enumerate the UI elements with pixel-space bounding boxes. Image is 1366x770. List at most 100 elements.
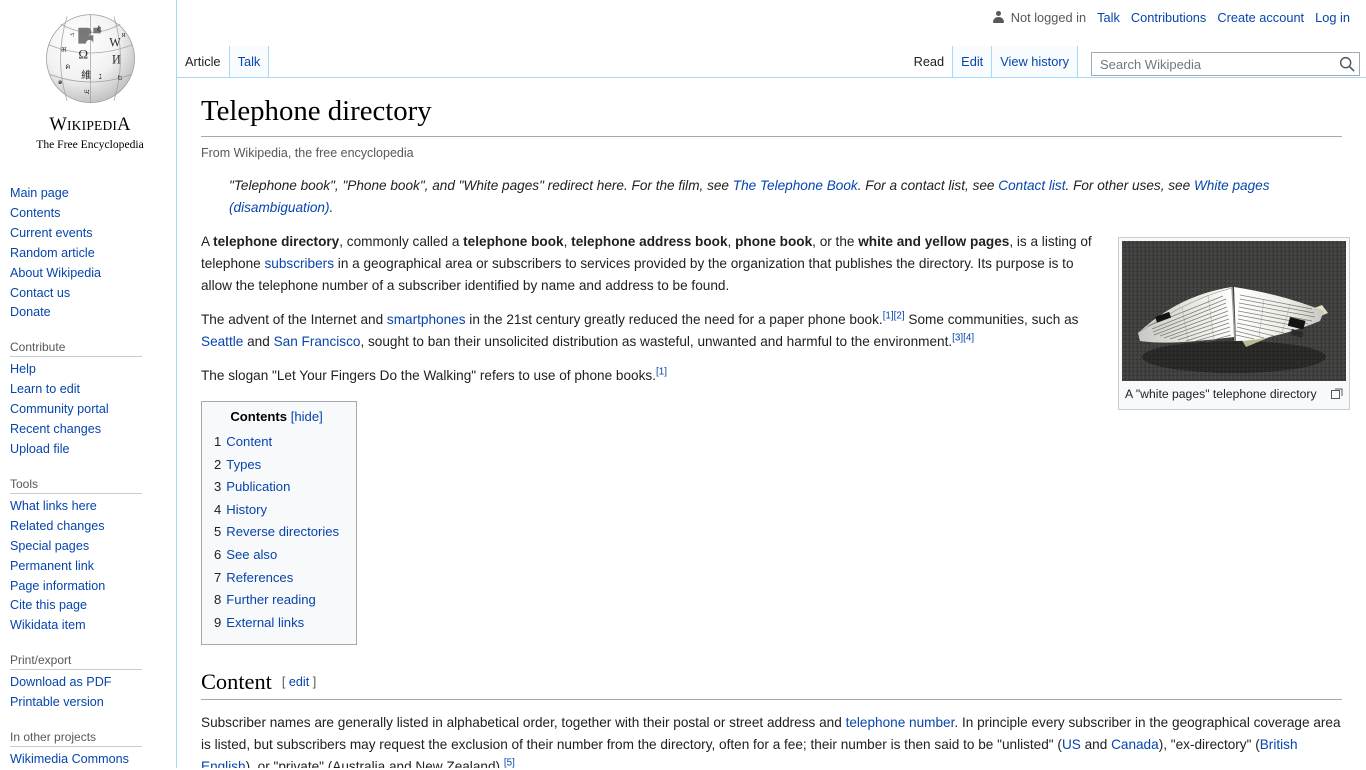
toc-link-types[interactable]: Types — [226, 457, 261, 472]
lead-paragraph-1: A telephone directory, commonly called a… — [201, 231, 1107, 297]
toc-item[interactable]: 5 Reverse directories — [214, 521, 339, 544]
hatnote-link-the-telephone-book[interactable]: The Telephone Book — [733, 178, 858, 193]
sidebar-list-item: Cite this page — [10, 596, 176, 616]
sidebar-item-main-page[interactable]: Main page — [10, 186, 69, 200]
search-form — [1091, 52, 1360, 76]
sidebar-item-learn-to-edit[interactable]: Learn to edit — [10, 382, 80, 396]
toc-link-publication[interactable]: Publication — [226, 479, 290, 494]
sidebar-item-wikimedia-commons[interactable]: Wikimedia Commons — [10, 752, 129, 766]
s1p1-text-1: Subscriber names are generally listed in… — [201, 715, 846, 731]
toc-title-row: Contents [hide] — [214, 409, 339, 424]
toc-item[interactable]: 6 See also — [214, 544, 339, 567]
toc-link-external-links[interactable]: External links — [226, 615, 304, 630]
toc-item[interactable]: 9 External links — [214, 612, 339, 635]
reference-1b[interactable]: [1] — [656, 367, 667, 378]
toc-link-content[interactable]: Content — [226, 434, 272, 449]
toc-item[interactable]: 4 History — [214, 499, 339, 522]
p3-text-1: The slogan "Let Your Fingers Do the Walk… — [201, 368, 656, 384]
reference-1a[interactable]: [1] — [883, 311, 894, 322]
sidebar-item-donate[interactable]: Donate — [10, 305, 51, 319]
sidebar-list-item: Recent changes — [10, 420, 176, 440]
sidebar-list-item: Printable version — [10, 693, 176, 713]
telephone-directory-photo[interactable] — [1122, 241, 1346, 381]
p1-text-5: , or the — [812, 234, 859, 250]
sidebar-item-what-links-here[interactable]: What links here — [10, 499, 97, 513]
svg-text:ཡ: ཡ — [83, 88, 89, 97]
tab-talk[interactable]: Talk — [229, 46, 270, 77]
sidebar-item-community-portal[interactable]: Community portal — [10, 402, 109, 416]
toc-link-see-also[interactable]: See also — [226, 547, 277, 562]
tab-view-history[interactable]: View history — [992, 46, 1078, 77]
section-edit-link-content: [ edit ] — [282, 675, 316, 689]
edit-link[interactable]: edit — [289, 675, 309, 689]
search-input[interactable] — [1091, 52, 1360, 76]
s1p1-link-canada[interactable]: Canada — [1111, 737, 1159, 752]
toc-item[interactable]: 1 Content — [214, 431, 339, 454]
sidebar-item-related-changes[interactable]: Related changes — [10, 519, 105, 533]
toc-link-references[interactable]: References — [226, 570, 293, 585]
page-title: Telephone directory — [201, 90, 1342, 137]
sidebar-item-help[interactable]: Help — [10, 362, 36, 376]
reference-2[interactable]: [2] — [894, 311, 905, 322]
tab-talk-label: Talk — [237, 54, 261, 69]
wikipedia-logo[interactable]: W Ω И 維 अ נ ค ع Я প ๑ ཡ Ե WIKIPEDIA The … — [0, 0, 176, 160]
sidebar-item-random-article[interactable]: Random article — [10, 246, 95, 260]
sidebar-item-current-events[interactable]: Current events — [10, 226, 93, 240]
toc-item[interactable]: 7 References — [214, 567, 339, 590]
p2-link-smartphones[interactable]: smartphones — [387, 312, 466, 327]
hatnote-link-contact-list[interactable]: Contact list — [998, 178, 1065, 193]
sidebar-item-download-as-pdf[interactable]: Download as PDF — [10, 675, 112, 689]
tab-read[interactable]: Read — [905, 46, 954, 77]
sidebar-list-item: Related changes — [10, 517, 176, 537]
s1p1-link-telephone-number[interactable]: telephone number — [846, 715, 955, 730]
tab-edit[interactable]: Edit — [953, 46, 993, 77]
personal-link-log-in[interactable]: Log in — [1315, 10, 1350, 25]
toc-toggle[interactable]: [hide] — [291, 409, 323, 424]
sidebar-sections: NavigationMain pageContentsCurrent event… — [0, 184, 176, 770]
toc-item-number: 4 — [214, 501, 222, 517]
toc-item[interactable]: 2 Types — [214, 454, 339, 477]
enlarge-icon[interactable] — [1331, 388, 1343, 399]
personal-link-contributions[interactable]: Contributions — [1131, 10, 1206, 25]
sidebar-item-printable-version[interactable]: Printable version — [10, 695, 104, 709]
toc-link-reverse-directories[interactable]: Reverse directories — [226, 524, 339, 539]
reference-3[interactable]: [3] — [952, 333, 963, 344]
p2-link-seattle[interactable]: Seattle — [201, 334, 243, 349]
sidebar-list-item: Help — [10, 360, 176, 380]
svg-text:維: 維 — [81, 69, 91, 82]
sidebar-list-item: Learn to edit — [10, 380, 176, 400]
wikipedia-globe-icon: W Ω И 維 अ נ ค ع Я প ๑ ཡ Ե — [45, 14, 135, 104]
p1-text-1: A — [201, 234, 214, 250]
sidebar-item-contact-us[interactable]: Contact us — [10, 286, 70, 300]
personal-link-talk[interactable]: Talk — [1097, 10, 1120, 25]
toc-link-history[interactable]: History — [226, 502, 267, 517]
sidebar-item-contents[interactable]: Contents — [10, 206, 60, 220]
sidebar-item-wikidata-item[interactable]: Wikidata item — [10, 618, 86, 632]
reference-5[interactable]: [5] — [504, 758, 515, 768]
toc-link-further-reading[interactable]: Further reading — [226, 592, 316, 607]
article-thumbnail: A "white pages" telephone directory — [1118, 237, 1350, 411]
sidebar-list-item: Page information — [10, 577, 176, 597]
sidebar-item-cite-this-page[interactable]: Cite this page — [10, 598, 87, 612]
sidebar-item-special-pages[interactable]: Special pages — [10, 539, 89, 553]
s1p1-link-us[interactable]: US — [1062, 737, 1081, 752]
sidebar-item-permanent-link[interactable]: Permanent link — [10, 559, 94, 573]
sidebar-item-recent-changes[interactable]: Recent changes — [10, 422, 101, 436]
p1-link-subscribers[interactable]: subscribers — [265, 256, 335, 271]
p2-link-san-francisco[interactable]: San Francisco — [274, 334, 361, 349]
namespace-tabs: Article Talk — [177, 46, 270, 77]
sidebar-list-item: Wikimedia Commons — [10, 750, 176, 770]
sidebar-section-heading: Contribute — [10, 336, 142, 358]
personal-link-create-account[interactable]: Create account — [1217, 10, 1304, 25]
toc-hide-link[interactable]: [hide] — [291, 409, 323, 424]
sidebar-item-about-wikipedia[interactable]: About Wikipedia — [10, 266, 101, 280]
personal-tools-bar: Not logged in Talk Contributions Create … — [992, 0, 1366, 34]
toc-item[interactable]: 8 Further reading — [214, 589, 339, 612]
toc-item-number: 7 — [214, 569, 222, 585]
tab-article[interactable]: Article — [177, 46, 230, 77]
sidebar-item-page-information[interactable]: Page information — [10, 579, 105, 593]
toc-item[interactable]: 3 Publication — [214, 476, 339, 499]
sidebar-item-upload-file[interactable]: Upload file — [10, 442, 70, 456]
reference-4[interactable]: [4] — [963, 333, 974, 344]
search-button[interactable] — [1337, 55, 1357, 74]
